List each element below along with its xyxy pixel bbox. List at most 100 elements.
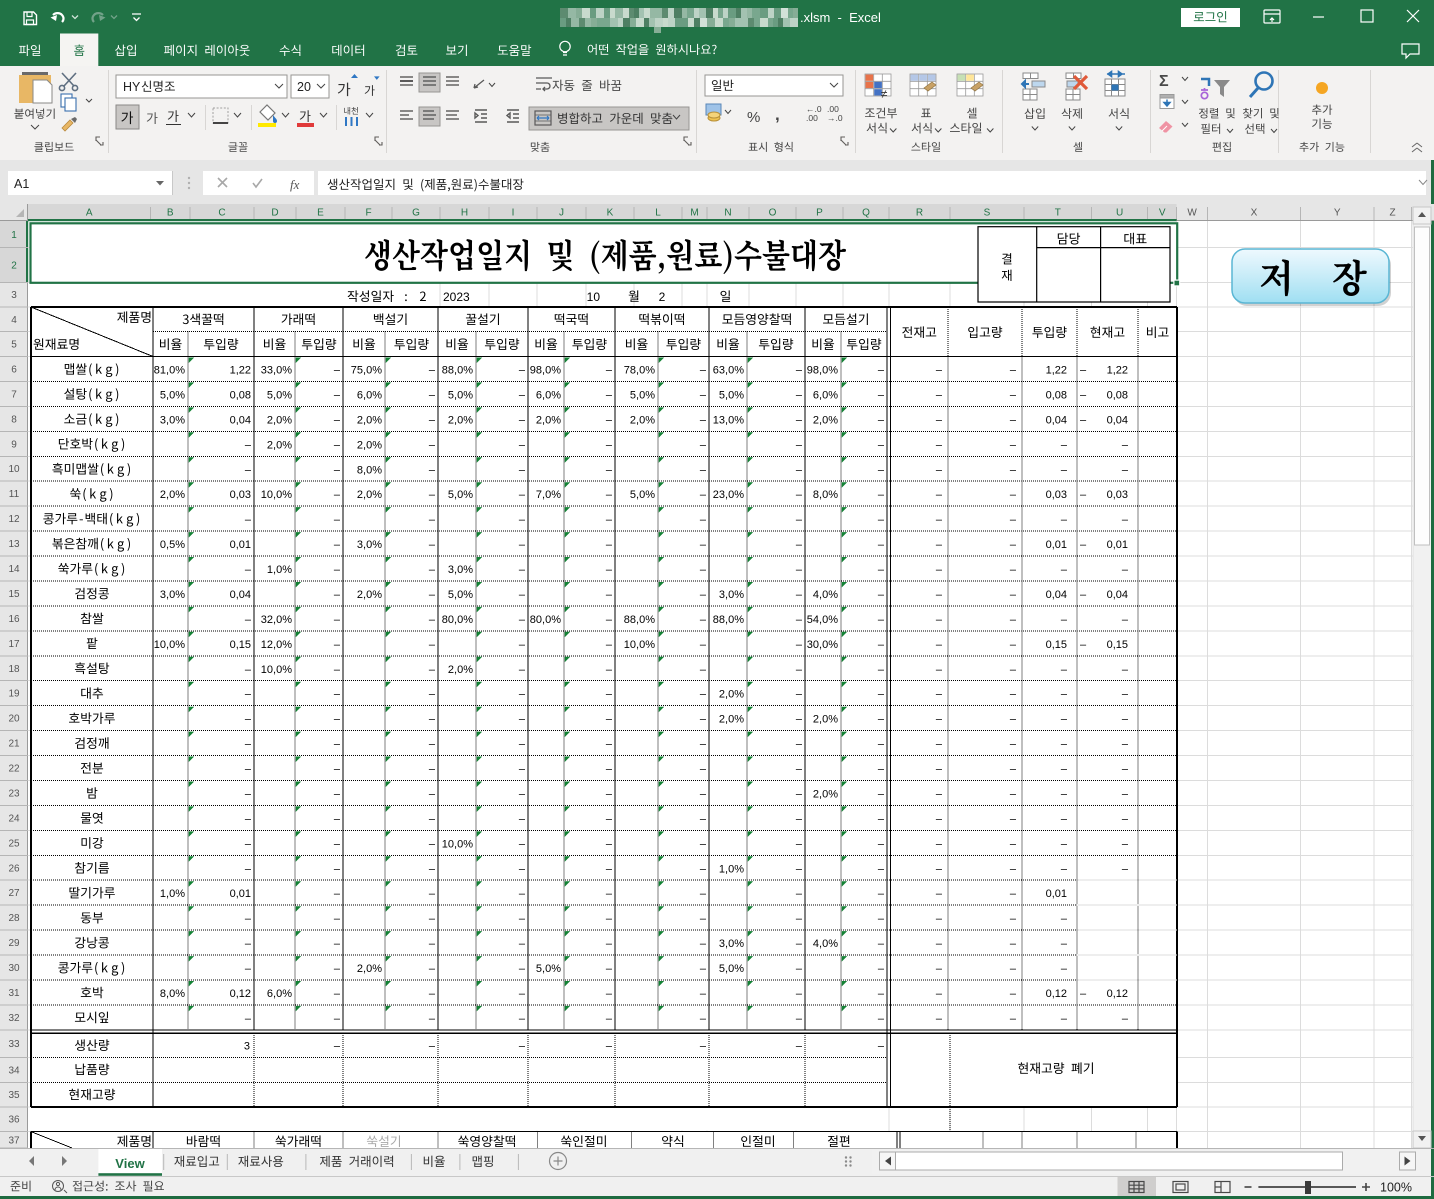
svg-text:–: – <box>334 813 341 825</box>
svg-text:–: – <box>700 489 707 501</box>
svg-text:2,0%: 2,0% <box>813 414 838 426</box>
svg-text:–: – <box>1010 963 1017 975</box>
svg-text:–: – <box>700 1040 707 1052</box>
svg-text:–: – <box>878 365 885 377</box>
svg-text:–: – <box>878 664 885 676</box>
svg-text:fx: fx <box>290 177 300 192</box>
svg-text:–: – <box>796 689 803 701</box>
svg-text:–: – <box>878 764 885 776</box>
svg-text:0,08: 0,08 <box>1107 389 1128 401</box>
svg-text:–: – <box>936 539 943 551</box>
svg-text:6,0%: 6,0% <box>536 389 561 401</box>
svg-text:–: – <box>1122 764 1129 776</box>
svg-text:–: – <box>1122 664 1129 676</box>
svg-text:13,0%: 13,0% <box>713 414 744 426</box>
svg-text:10: 10 <box>8 464 20 475</box>
svg-text:–: – <box>606 689 613 701</box>
svg-text:–: – <box>1122 464 1129 476</box>
svg-text:–: – <box>1061 614 1068 626</box>
svg-text:–: – <box>1010 639 1017 651</box>
svg-text:–: – <box>700 414 707 426</box>
svg-text:36: 36 <box>8 1115 20 1126</box>
svg-text:–: – <box>429 365 436 377</box>
svg-text:–: – <box>936 514 943 526</box>
svg-text:37: 37 <box>8 1135 20 1146</box>
svg-text:–: – <box>700 838 707 850</box>
svg-text:10,0%: 10,0% <box>261 489 292 501</box>
svg-text:–: – <box>796 639 803 651</box>
svg-text:–: – <box>1010 514 1017 526</box>
svg-text:3: 3 <box>11 290 17 301</box>
svg-text:4,0%: 4,0% <box>813 938 838 950</box>
svg-text:3,0%: 3,0% <box>448 564 473 576</box>
svg-text:–: – <box>936 689 943 701</box>
svg-text:–: – <box>1010 764 1017 776</box>
svg-text:–: – <box>1080 988 1087 1000</box>
svg-text:2: 2 <box>11 260 17 271</box>
svg-text:2,0%: 2,0% <box>357 963 382 975</box>
svg-text:–: – <box>245 514 252 526</box>
svg-text:–: – <box>1080 539 1087 551</box>
svg-text:–: – <box>245 913 252 925</box>
svg-text:54,0%: 54,0% <box>807 614 838 626</box>
svg-text:0,15: 0,15 <box>230 639 251 651</box>
svg-text:–: – <box>606 863 613 875</box>
svg-text:12: 12 <box>8 514 20 525</box>
svg-text:–: – <box>878 714 885 726</box>
svg-text:–: – <box>1010 464 1017 476</box>
svg-text:–: – <box>606 365 613 377</box>
svg-text:2,0%: 2,0% <box>357 589 382 601</box>
svg-text:–: – <box>606 414 613 426</box>
svg-text:–: – <box>1061 838 1068 850</box>
svg-text:29: 29 <box>8 938 20 949</box>
svg-text:–: – <box>1122 564 1129 576</box>
svg-text:–: – <box>334 664 341 676</box>
svg-text:8,0%: 8,0% <box>357 464 382 476</box>
svg-text:–: – <box>606 589 613 601</box>
svg-text:–: – <box>936 789 943 801</box>
svg-text:–: – <box>1122 838 1129 850</box>
svg-text:11: 11 <box>9 489 20 500</box>
svg-text:2: 2 <box>659 290 666 304</box>
svg-text:–: – <box>700 963 707 975</box>
svg-text:–: – <box>700 639 707 651</box>
svg-text:–: – <box>1080 589 1087 601</box>
svg-text:8,0%: 8,0% <box>813 489 838 501</box>
svg-text:–: – <box>1010 1013 1017 1025</box>
svg-text:31: 31 <box>8 988 20 999</box>
svg-text:–: – <box>1122 689 1129 701</box>
svg-text:3: 3 <box>244 1040 250 1052</box>
svg-text:–: – <box>245 963 252 975</box>
svg-text:–: – <box>519 813 526 825</box>
svg-text:J: J <box>559 208 564 219</box>
svg-text:–: – <box>334 564 341 576</box>
svg-text:–: – <box>796 739 803 751</box>
svg-text:–: – <box>429 1013 436 1025</box>
svg-text:–: – <box>606 813 613 825</box>
svg-text:–: – <box>245 938 252 950</box>
svg-text:–: – <box>429 414 436 426</box>
svg-text:–: – <box>936 365 943 377</box>
svg-text:–: – <box>606 489 613 501</box>
svg-text:13: 13 <box>8 539 20 550</box>
svg-text:–: – <box>606 963 613 975</box>
svg-text:–: – <box>429 514 436 526</box>
svg-text:–: – <box>700 589 707 601</box>
svg-text:12,0%: 12,0% <box>261 639 292 651</box>
svg-text:80,0%: 80,0% <box>442 614 473 626</box>
svg-text:5,0%: 5,0% <box>630 389 655 401</box>
svg-text:–: – <box>519 1040 526 1052</box>
svg-text:–: – <box>1010 714 1017 726</box>
svg-text:0,01: 0,01 <box>1107 539 1128 551</box>
svg-text:–: – <box>334 1013 341 1025</box>
svg-text:–: – <box>606 514 613 526</box>
svg-text:–: – <box>606 913 613 925</box>
svg-text:0,04: 0,04 <box>1107 414 1128 426</box>
svg-text:–: – <box>700 1013 707 1025</box>
svg-text:–: – <box>878 1013 885 1025</box>
svg-text:5,0%: 5,0% <box>160 389 185 401</box>
svg-text:E: E <box>317 208 324 219</box>
svg-text:2,0%: 2,0% <box>719 714 744 726</box>
svg-text:–: – <box>1010 838 1017 850</box>
svg-text:81,0%: 81,0% <box>154 365 185 377</box>
